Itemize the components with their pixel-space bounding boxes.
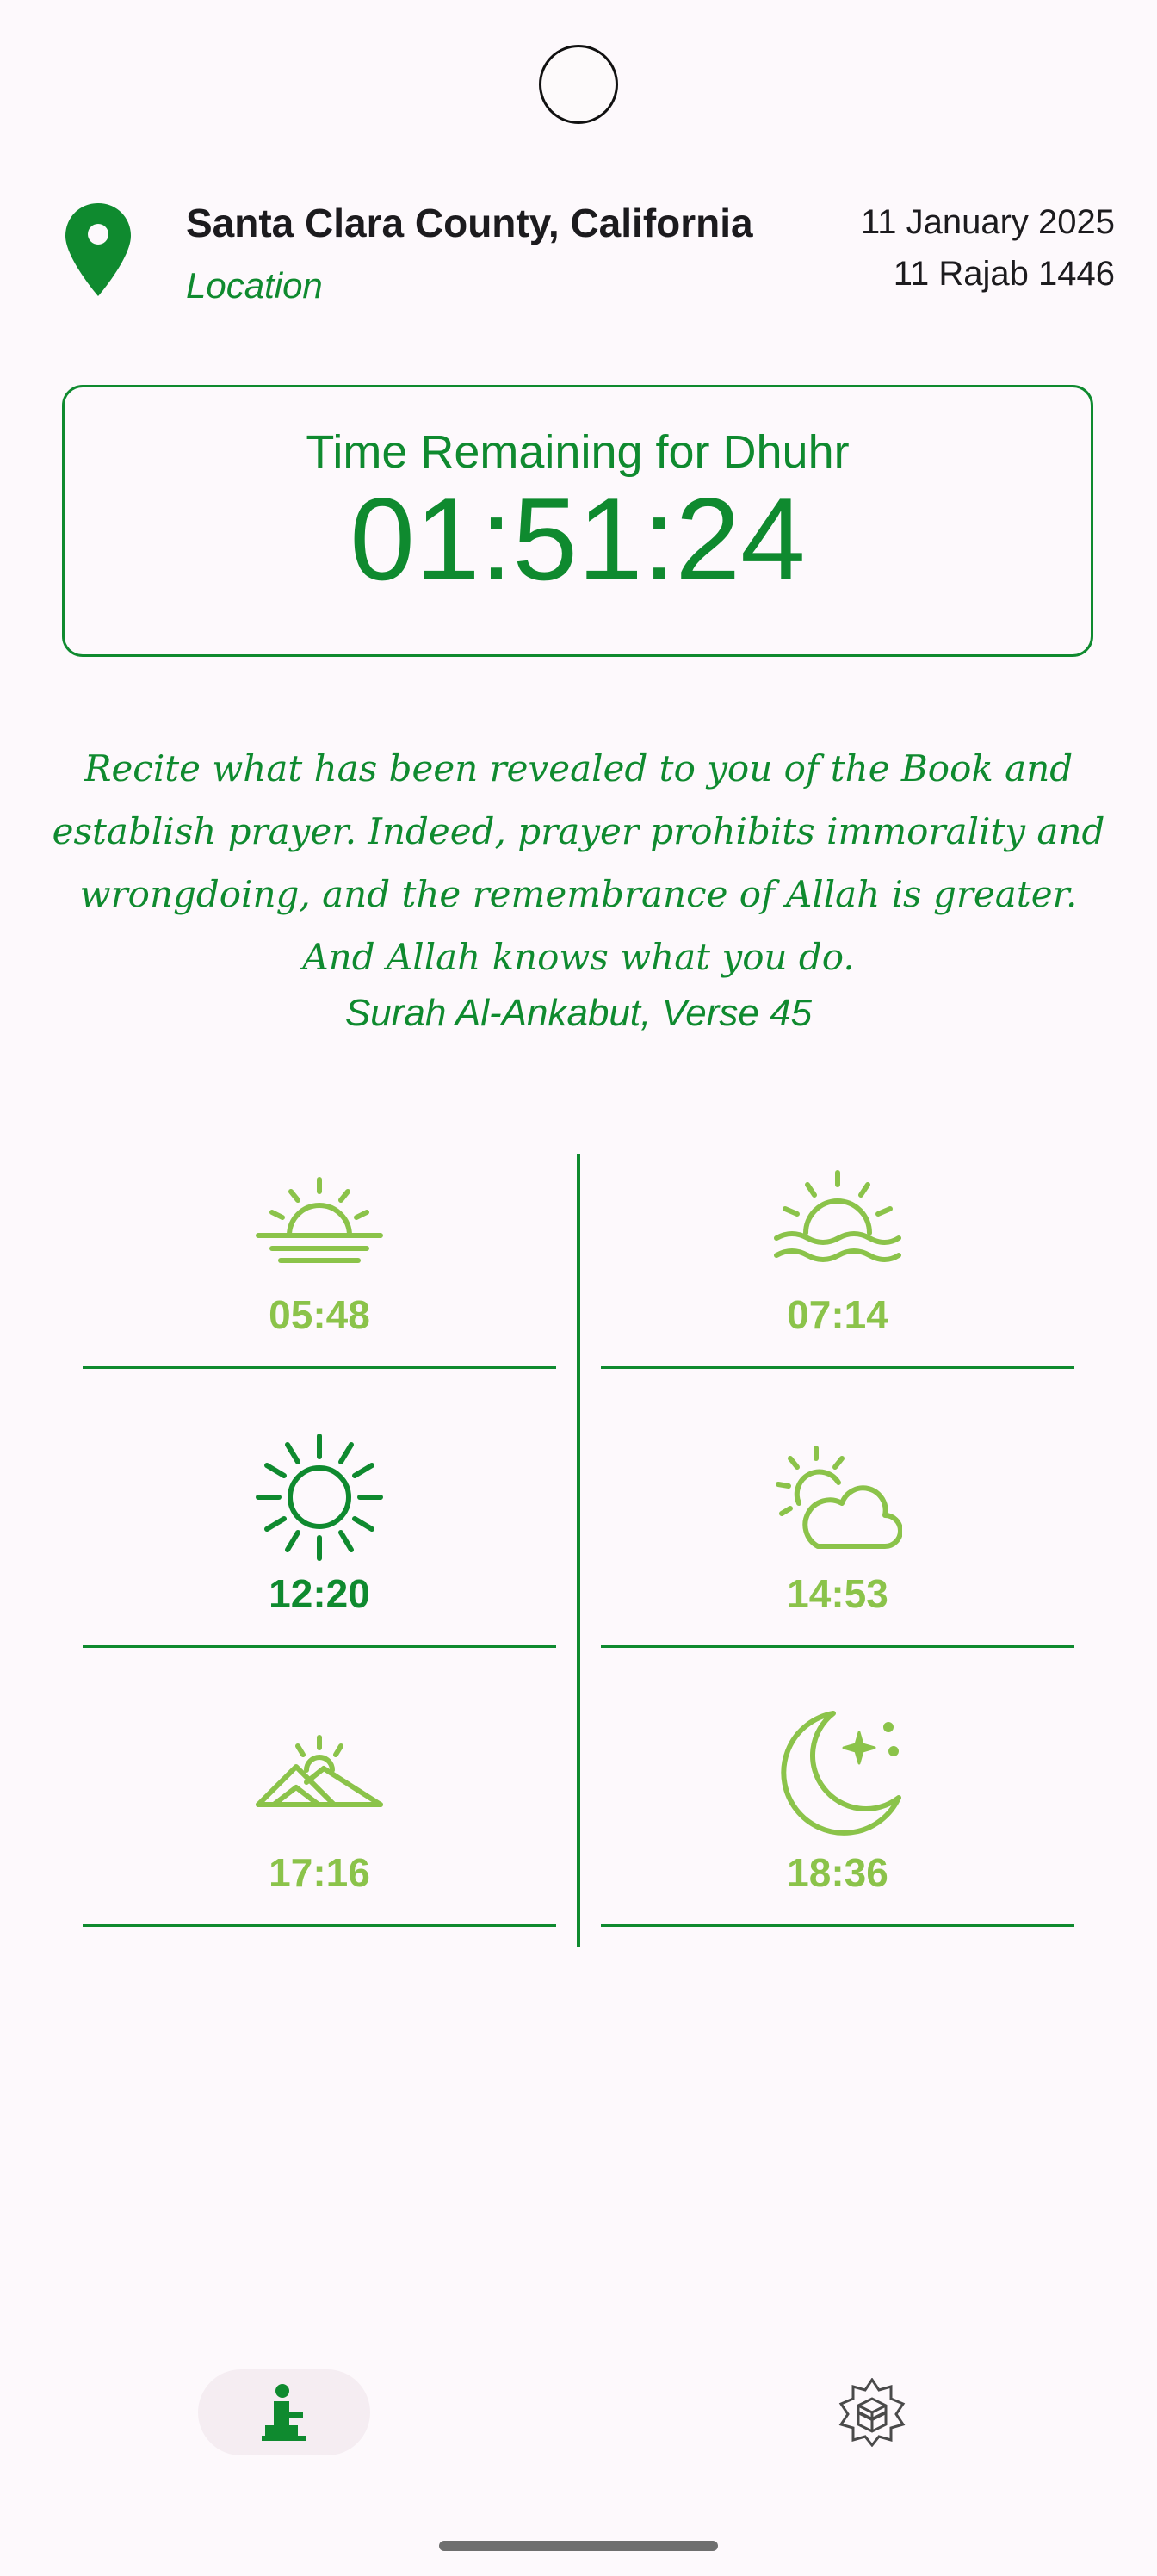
prayer-cell-maghrib[interactable]: 17:16: [83, 1703, 556, 1927]
cell-divider: [83, 1645, 556, 1648]
gregorian-date: 11 January 2025: [860, 203, 1115, 241]
verse-text: Recite what has been revealed to you of …: [52, 747, 1105, 978]
sun-icon: [256, 1434, 383, 1561]
prayer-time: 18:36: [787, 1850, 888, 1895]
kaaba-compass-icon: [838, 2378, 906, 2447]
prayer-cell-fajr[interactable]: 05:48: [83, 1145, 556, 1369]
front-camera-cutout: [539, 45, 618, 124]
sun-over-water-icon: [774, 1170, 901, 1262]
location-pin-icon: [64, 201, 133, 298]
countdown-timer: 01:51:24: [350, 474, 806, 604]
person-praying-icon: [262, 2384, 306, 2441]
grid-vertical-divider: [577, 1154, 580, 1947]
prayer-cell-dhuhr[interactable]: 12:20: [83, 1424, 556, 1648]
countdown-label: Time Remaining for Dhuhr: [306, 426, 850, 478]
nav-qibla-button[interactable]: [786, 2369, 958, 2455]
prayer-cell-isha[interactable]: 18:36: [601, 1703, 1074, 1927]
prayer-time: 17:16: [269, 1850, 370, 1895]
location-title[interactable]: Santa Clara County, California: [186, 200, 753, 246]
sun-behind-cloud-icon: [776, 1446, 902, 1549]
verse-source: Surah Al-Ankabut, Verse 45: [344, 992, 813, 1034]
cell-divider: [601, 1924, 1074, 1927]
hijri-date: 11 Rajab 1446: [893, 255, 1115, 293]
cell-divider: [601, 1366, 1074, 1369]
countdown-card: Time Remaining for Dhuhr 01:51:24: [62, 385, 1093, 657]
prayer-time: 12:20: [269, 1571, 370, 1616]
cell-divider: [83, 1366, 556, 1369]
sunset-mountains-icon: [256, 1735, 383, 1807]
crescent-moon-star-icon: [781, 1711, 901, 1836]
gesture-home-indicator[interactable]: [439, 2541, 718, 2551]
prayer-time: 14:53: [787, 1571, 888, 1616]
location-subtitle: Location: [186, 265, 323, 306]
prayer-cell-asr[interactable]: 14:53: [601, 1424, 1074, 1648]
sunrise-horizon-icon: [256, 1177, 383, 1263]
prayer-time: 05:48: [269, 1292, 370, 1337]
prayer-cell-sunrise[interactable]: 07:14: [601, 1145, 1074, 1369]
cell-divider: [601, 1645, 1074, 1648]
prayer-time: 07:14: [787, 1292, 888, 1337]
cell-divider: [83, 1924, 556, 1927]
nav-prayer-times-button[interactable]: [198, 2369, 370, 2455]
